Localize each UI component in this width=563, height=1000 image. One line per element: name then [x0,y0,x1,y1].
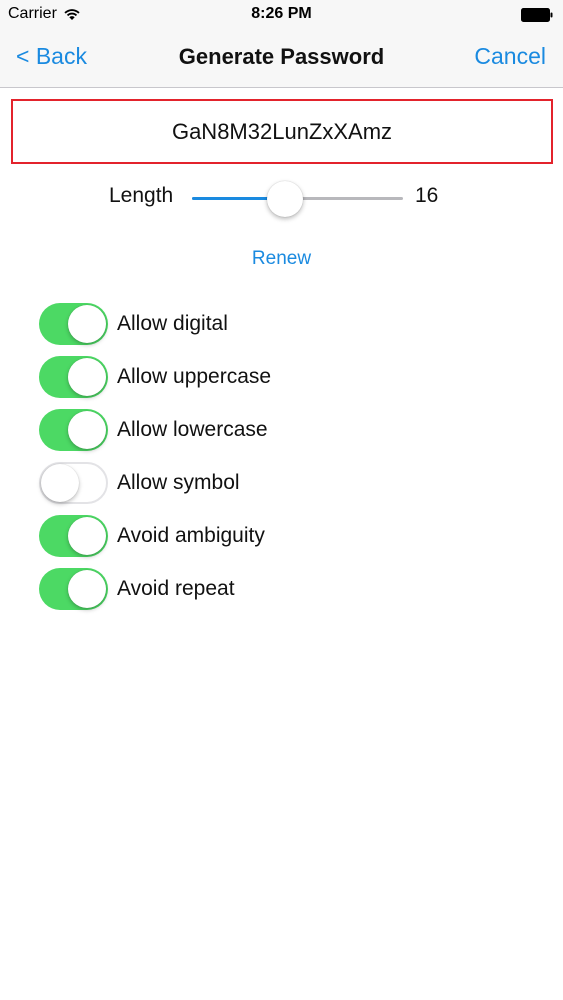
status-bar: Carrier 8:26 PM [0,0,563,30]
option-label: Avoid repeat [117,577,235,600]
avoid-repeat-switch[interactable] [39,568,108,610]
option-label: Allow symbol [117,471,240,494]
switch-knob [68,305,106,343]
option-row: Avoid ambiguity [39,515,271,568]
allow-digital-switch[interactable] [39,303,108,345]
option-row: Allow symbol [39,462,271,515]
switch-knob [68,411,106,449]
cancel-button[interactable]: Cancel [474,43,546,70]
avoid-ambiguity-switch[interactable] [39,515,108,557]
length-label: Length [109,184,174,207]
option-row: Allow uppercase [39,356,271,409]
switch-knob [68,358,106,396]
allow-symbol-switch[interactable] [39,462,108,504]
switch-knob [41,464,79,502]
switch-knob [68,570,106,608]
password-field[interactable]: GaN8M32LunZxXAmz [11,99,553,164]
navigation-bar: < Back Generate Password Cancel [0,30,563,88]
length-slider[interactable] [192,181,403,217]
length-row: Length 16 [0,178,563,218]
slider-thumb[interactable] [267,181,303,217]
option-row: Allow digital [39,303,271,356]
option-label: Allow uppercase [117,365,272,388]
status-time: 8:26 PM [251,5,312,22]
battery-icon [521,8,553,22]
allow-uppercase-switch[interactable] [39,356,108,398]
option-label: Avoid ambiguity [117,524,265,547]
options-list: Allow digital Allow uppercase Allow lowe… [39,303,271,621]
option-label: Allow lowercase [117,418,268,441]
switch-knob [68,517,106,555]
length-value: 16 [415,184,439,207]
option-row: Allow lowercase [39,409,271,462]
renew-button[interactable]: Renew [0,248,563,270]
allow-lowercase-switch[interactable] [39,409,108,451]
option-row: Avoid repeat [39,568,271,621]
option-label: Allow digital [117,312,228,335]
